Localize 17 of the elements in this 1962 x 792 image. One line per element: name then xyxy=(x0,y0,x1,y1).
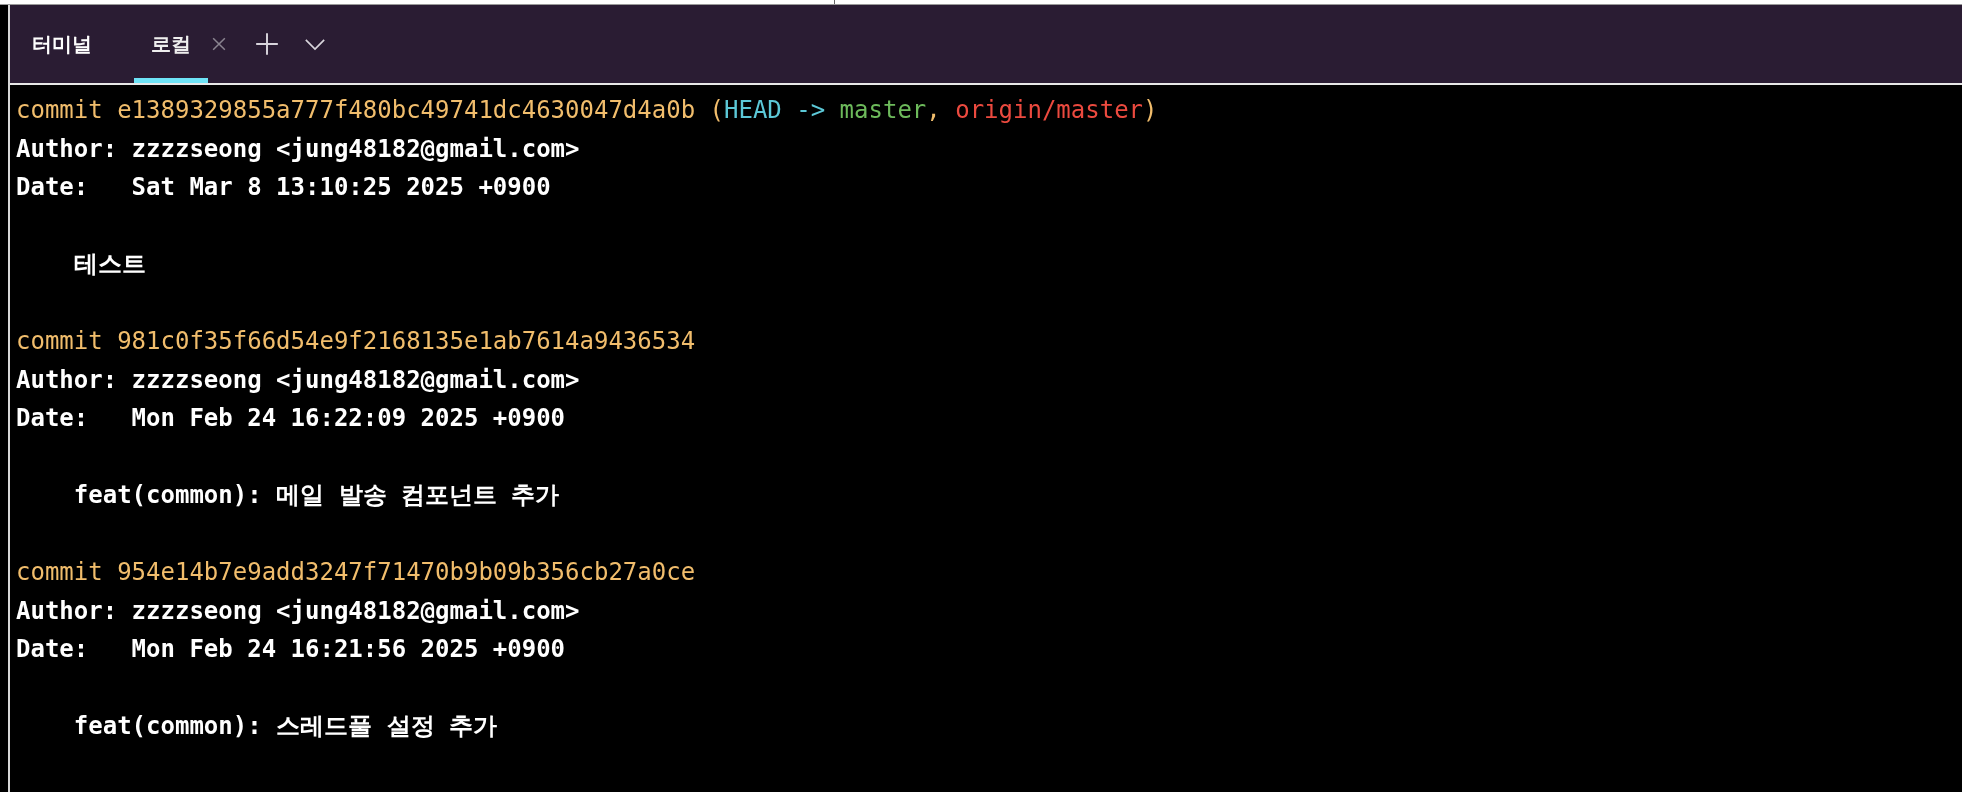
commit-message: feat(common): 메일 발송 컴포넌트 추가 xyxy=(72,481,560,509)
chevron-down-icon[interactable] xyxy=(304,37,326,51)
commit-message: 테스트 xyxy=(72,250,146,278)
terminal-tab[interactable]: 로컬 xyxy=(134,5,208,83)
date-line: Date: Sat Mar 8 13:10:25 2025 +0900 xyxy=(16,173,551,201)
date-line: Date: Mon Feb 24 16:21:56 2025 +0900 xyxy=(16,635,566,663)
panel-title: 터미널 xyxy=(32,30,92,58)
author-line: Author: zzzzseong <jung48182@gmail.com> xyxy=(16,365,580,394)
commit-line: commit e1389329855a777f480bc49741dc4630047d4a0b (HEAD -> master, origin/master) xyxy=(16,96,1158,124)
commit-message: feat(common): 스레드풀 설정 추가 xyxy=(72,712,497,740)
commit-line: commit 981c0f35f66d54e9f2168135e1ab7614a9436534 xyxy=(16,327,696,355)
commit-line: commit 954e14b7e9add3247f71470b9b09b356cb27a0ce xyxy=(16,558,696,586)
close-icon[interactable] xyxy=(212,37,226,51)
date-line: Date: Mon Feb 24 16:22:09 2025 +0900 xyxy=(16,404,566,432)
author-line: Author: zzzzseong <jung48182@gmail.com> xyxy=(16,596,580,625)
plus-icon[interactable] xyxy=(254,31,280,57)
author-line: Author: zzzzseong <jung48182@gmail.com> xyxy=(16,134,580,163)
